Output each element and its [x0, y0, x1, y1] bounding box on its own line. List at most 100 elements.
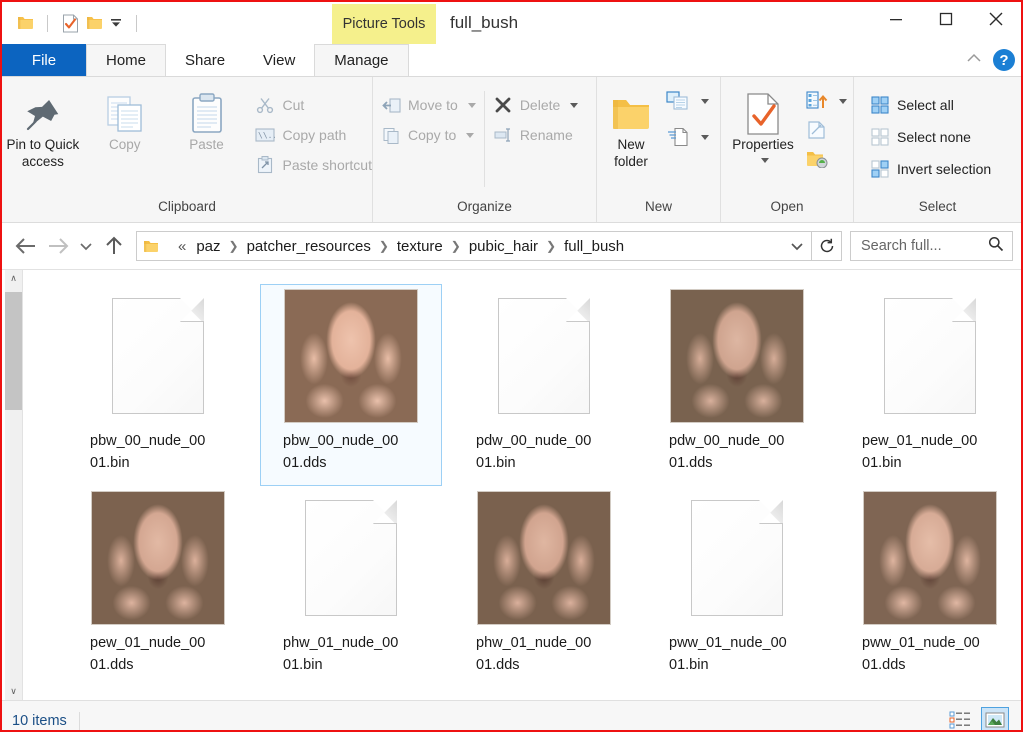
cut-button[interactable]: Cut: [255, 93, 372, 117]
properties-button[interactable]: Properties: [721, 85, 805, 163]
refresh-button[interactable]: [812, 231, 842, 261]
search-box[interactable]: Search full...: [850, 231, 1013, 261]
tab-file[interactable]: File: [2, 44, 86, 76]
ribbon-tab-bar-right: ?: [965, 44, 1015, 76]
scroll-down-arrow-icon[interactable]: ∨: [5, 683, 22, 700]
search-icon[interactable]: [988, 236, 1004, 257]
paste-shortcut-button[interactable]: Paste shortcut: [255, 153, 372, 177]
breadcrumb-item-patcher_resources[interactable]: patcher_resources: [242, 238, 376, 255]
file-item-phw_01_nude_0001-dds[interactable]: phw_01_nude_0001.dds: [453, 486, 635, 688]
file-thumbnail: [476, 490, 612, 626]
file-item-pww_01_nude_0001-dds[interactable]: pww_01_nude_0001.dds: [839, 486, 1021, 688]
new-folder-button[interactable]: New folder: [597, 85, 665, 171]
breadcrumb-bar[interactable]: « paz ❯ patcher_resources ❯ texture ❯ pu…: [136, 231, 812, 261]
copy-path-icon: \\..: [255, 125, 275, 145]
file-item-pww_01_nude_0001-bin[interactable]: pww_01_nude_0001.bin: [646, 486, 828, 688]
open-with-button[interactable]: [805, 89, 847, 113]
invert-selection-button[interactable]: Invert selection: [870, 157, 991, 181]
breadcrumb-item-texture[interactable]: texture: [392, 238, 448, 255]
breadcrumb-chevron-1-icon[interactable]: ❯: [226, 239, 242, 253]
qat-properties-icon[interactable]: [57, 10, 83, 36]
open-group-label: Open: [721, 199, 853, 222]
pin-to-quick-access-button[interactable]: Pin to Quick access: [2, 85, 84, 171]
navigation-pane-scrollbar[interactable]: ∧ ∨: [5, 270, 23, 700]
file-list[interactable]: pbw_00_nude_0001.bin pbw_00_nude_0001.dd…: [23, 270, 1021, 700]
new-item-button[interactable]: [665, 89, 709, 113]
close-button[interactable]: [971, 2, 1021, 36]
move-to-chevron-down-icon[interactable]: [468, 103, 476, 108]
easy-access-button[interactable]: [665, 125, 709, 149]
file-item-pdw_00_nude_0001-dds[interactable]: pdw_00_nude_0001.dds: [646, 284, 828, 486]
view-mode-buttons: [946, 707, 1009, 732]
qat-customize-chevron-icon[interactable]: [105, 10, 127, 36]
forward-button[interactable]: [42, 230, 74, 262]
qat-new-folder-icon[interactable]: [83, 10, 105, 36]
breadcrumb-chevron-4-icon[interactable]: ❯: [543, 239, 559, 253]
address-bar: « paz ❯ patcher_resources ❯ texture ❯ pu…: [2, 223, 1021, 269]
history-button[interactable]: [805, 147, 847, 171]
details-view-button[interactable]: [946, 707, 974, 732]
file-item-pew_01_nude_0001-dds[interactable]: pew_01_nude_0001.dds: [67, 486, 249, 688]
select-all-button[interactable]: Select all: [870, 93, 991, 117]
new-item-chevron-down-icon[interactable]: [701, 99, 709, 104]
copy-to-icon: [381, 125, 401, 145]
tab-share[interactable]: Share: [166, 44, 244, 76]
navigation-pane[interactable]: ∧ ∨: [2, 270, 23, 700]
scroll-up-arrow-icon[interactable]: ∧: [5, 270, 22, 287]
file-name: pbw_00_nude_0001.bin: [90, 430, 226, 475]
breadcrumb-dropdown-icon[interactable]: [783, 232, 811, 260]
search-input[interactable]: Search full...: [861, 238, 942, 254]
copy-button[interactable]: Copy: [84, 85, 166, 154]
breadcrumb-item-full_bush[interactable]: full_bush: [559, 238, 629, 255]
breadcrumb-item-pubic_hair[interactable]: pubic_hair: [464, 238, 543, 255]
file-item-pbw_00_nude_0001-dds[interactable]: pbw_00_nude_0001.dds: [260, 284, 442, 486]
file-name: pww_01_nude_0001.dds: [862, 632, 998, 677]
select-small-buttons: Select all Select none Invert selection: [870, 85, 991, 181]
copy-to-button[interactable]: Copy to: [381, 123, 476, 147]
tab-manage[interactable]: Manage: [314, 44, 408, 76]
file-item-pbw_00_nude_0001-bin[interactable]: pbw_00_nude_0001.bin: [67, 284, 249, 486]
file-thumbnail: [90, 288, 226, 424]
edit-button[interactable]: [805, 118, 847, 142]
minimize-button[interactable]: [871, 2, 921, 36]
scrollbar-thumb[interactable]: [5, 292, 22, 410]
rename-label: Rename: [520, 127, 573, 143]
tab-home[interactable]: Home: [86, 44, 166, 76]
collapse-ribbon-chevron-icon[interactable]: [965, 51, 983, 70]
large-icons-view-button[interactable]: [981, 707, 1009, 732]
move-to-button[interactable]: Move to: [381, 93, 476, 117]
copy-to-chevron-down-icon[interactable]: [466, 133, 474, 138]
file-item-pew_01_nude_0001-bin[interactable]: pew_01_nude_0001.bin: [839, 284, 1021, 486]
paste-shortcut-icon: [255, 155, 275, 175]
breadcrumb-chevron-3-icon[interactable]: ❯: [448, 239, 464, 253]
open-chevron-down-icon[interactable]: [839, 99, 847, 104]
file-item-phw_01_nude_0001-bin[interactable]: phw_01_nude_0001.bin: [260, 486, 442, 688]
new-group-label: New: [597, 199, 720, 222]
properties-chevron-down-icon[interactable]: [761, 158, 769, 163]
back-button[interactable]: [10, 230, 42, 262]
easy-access-icon: [665, 127, 691, 147]
breadcrumb-chevron-2-icon[interactable]: ❯: [376, 239, 392, 253]
content-area: ∧ ∨ pbw_00_nude_0001.bin: [2, 269, 1021, 700]
help-icon[interactable]: ?: [993, 49, 1015, 71]
maximize-button[interactable]: [921, 2, 971, 36]
breadcrumb-item-paz[interactable]: paz: [191, 238, 225, 255]
delete-chevron-down-icon[interactable]: [570, 103, 578, 108]
delete-button[interactable]: Delete: [493, 93, 578, 117]
qat-folder-icon[interactable]: [12, 10, 38, 36]
file-name: pdw_00_nude_0001.dds: [669, 430, 805, 475]
contextual-tab-label: Picture Tools: [343, 16, 426, 32]
edit-icon: [805, 120, 829, 140]
texture-preview-image: [477, 491, 611, 625]
paste-button[interactable]: Paste: [166, 85, 248, 154]
rename-button[interactable]: Rename: [493, 123, 578, 147]
up-button[interactable]: [98, 230, 130, 262]
select-none-button[interactable]: Select none: [870, 125, 991, 149]
tab-view[interactable]: View: [244, 44, 314, 76]
file-item-pdw_00_nude_0001-bin[interactable]: pdw_00_nude_0001.bin: [453, 284, 635, 486]
recent-locations-button[interactable]: [74, 230, 98, 262]
easy-access-chevron-down-icon[interactable]: [701, 135, 709, 140]
copy-path-button[interactable]: \\.. Copy path: [255, 123, 372, 147]
breadcrumb-overflow[interactable]: «: [172, 238, 191, 255]
file-thumbnail: [283, 288, 419, 424]
